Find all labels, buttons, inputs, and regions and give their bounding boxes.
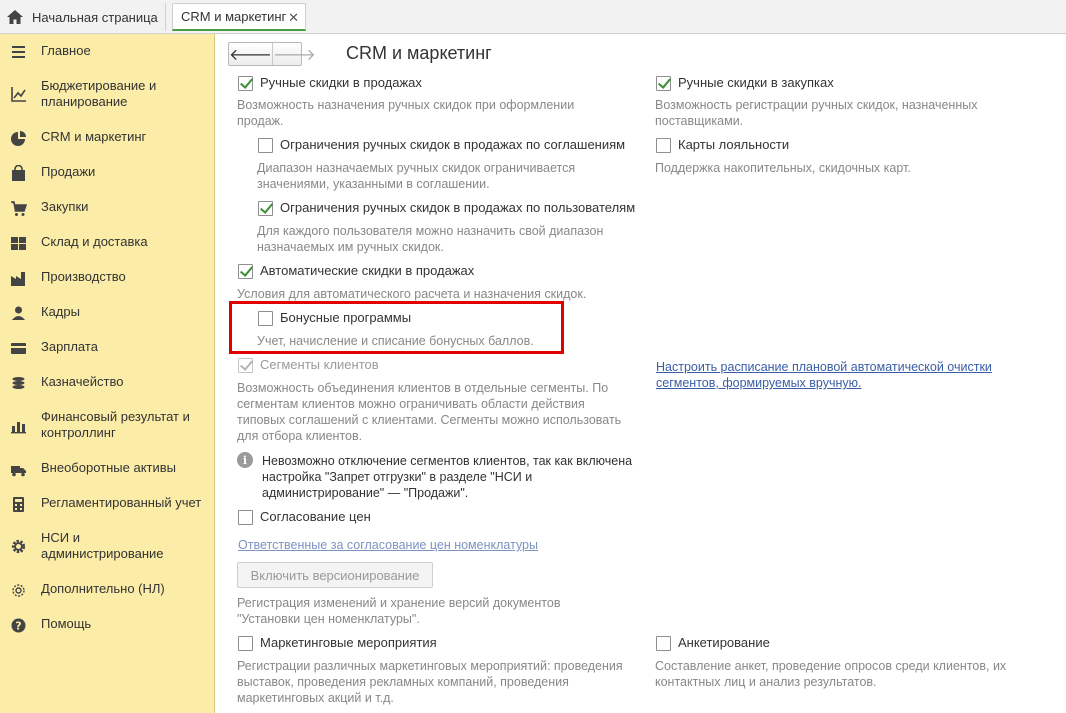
segments-info-message: Невозможно отключение сегментов клиентов…	[262, 454, 633, 500]
help-icon: ?	[11, 618, 26, 633]
tab-home[interactable]: Начальная страница	[0, 3, 166, 31]
coins-icon	[12, 377, 25, 389]
sidebar-item-label: Производство	[41, 269, 126, 284]
sidebar-item-label: Кадры	[41, 304, 80, 319]
checkbox-limit-by-user[interactable]	[258, 201, 273, 216]
option-description: Учет, начисление и списание бонусных бал…	[257, 334, 534, 348]
sidebar-item-label: Бюджетирование и планирование	[41, 78, 157, 109]
tab-crm-marketing[interactable]: CRM и маркетинг ✕	[172, 3, 306, 31]
checkbox-limit-by-agreement[interactable]	[258, 138, 273, 153]
tab-crm-label: CRM и маркетинг	[181, 9, 287, 24]
sidebar-item-label: Внеоборотные активы	[41, 460, 177, 475]
price-approval-link[interactable]: Ответственные за согласование цен номенк…	[238, 537, 538, 553]
option-label: Сегменты клиентов	[260, 357, 379, 372]
pie-chart-icon	[11, 131, 26, 146]
enable-versioning-button[interactable]: Включить версионирование	[237, 562, 433, 588]
back-button[interactable]: 🡐	[229, 43, 272, 65]
sidebar-item-label: Казначейство	[41, 374, 124, 389]
option-description: Поддержка накопительных, скидочных карт.	[655, 161, 911, 175]
main-content: 🡐 🡒 CRM и маркетинг Ручные скидки в прод…	[216, 34, 1066, 713]
sidebar: Главное Бюджетирование и планирование CR…	[0, 34, 215, 713]
sidebar-item-label: НСИ и администрирование	[41, 530, 164, 561]
sidebar-item-label: Помощь	[41, 616, 92, 631]
option-label: Бонусные программы	[280, 310, 412, 325]
checkbox-marketing-events[interactable]	[238, 636, 253, 651]
gear-icon	[11, 539, 26, 554]
option-label: Ограничения ручных скидок в продажах по …	[280, 200, 636, 215]
checkbox-client-segments[interactable]	[238, 358, 253, 373]
sidebar-item-label: Зарплата	[41, 339, 98, 354]
sidebar-item-label: CRM и маркетинг	[41, 129, 147, 144]
option-label: Ручные скидки в продажах	[260, 75, 422, 90]
forward-button[interactable]: 🡒	[271, 43, 316, 65]
shopping-bag-icon	[12, 165, 25, 181]
truck-icon	[11, 466, 26, 477]
option-description: Диапазон назначаемых ручных скидок огран…	[257, 161, 576, 191]
cart-icon	[11, 201, 27, 216]
sidebar-item-label: Финансовый результат и контроллинг	[41, 409, 190, 440]
option-label: Автоматические скидки в продажах	[260, 263, 475, 278]
bar-chart-icon	[11, 422, 26, 434]
checkbox-auto-discounts[interactable]	[238, 264, 253, 279]
checkbox-loyalty-cards[interactable]	[656, 138, 671, 153]
sidebar-item-label: Дополнительно (НЛ)	[41, 581, 165, 596]
factory-icon	[11, 272, 25, 286]
settings-outline-icon	[12, 584, 25, 597]
option-description: Регистрации различных маркетинговых меро…	[237, 659, 623, 705]
option-label: Ручные скидки в закупках	[678, 75, 834, 90]
warehouse-icon	[11, 237, 26, 250]
info-icon: i	[237, 452, 253, 468]
option-label: Маркетинговые мероприятия	[260, 635, 437, 650]
tab-bar: Начальная страница CRM и маркетинг ✕	[0, 0, 1066, 34]
page-title: CRM и маркетинг	[346, 43, 492, 63]
checkbox-manual-purchases[interactable]	[656, 76, 671, 91]
history-nav: 🡐 🡒	[228, 42, 316, 66]
close-icon[interactable]: ✕	[288, 10, 299, 26]
option-description: Для каждого пользователя можно назначить…	[257, 224, 604, 254]
sidebar-item-label: Склад и доставка	[41, 234, 148, 249]
svg-text:?: ?	[15, 620, 21, 633]
option-label: Карты лояльности	[678, 137, 790, 152]
sidebar-item-label: Главное	[41, 43, 91, 58]
sidebar-item-label: Продажи	[41, 164, 96, 179]
option-label: Ограничения ручных скидок в продажах по …	[280, 137, 626, 152]
option-description: Составление анкет, проведение опросов ср…	[655, 659, 1007, 689]
budget-icon	[11, 87, 26, 102]
calculator-icon	[13, 497, 24, 512]
option-description: Возможность регистрации ручных скидок, н…	[655, 98, 978, 128]
checkbox-questionnaire[interactable]	[656, 636, 671, 651]
tab-home-label: Начальная страница	[32, 9, 158, 25]
checkbox-price-approval[interactable]	[238, 510, 253, 525]
home-icon	[7, 10, 23, 24]
checkbox-manual-sales[interactable]	[238, 76, 253, 91]
segments-schedule-link[interactable]: Настроить расписание плановой автоматиче…	[656, 359, 1026, 391]
option-description: Возможность назначения ручных скидок при…	[237, 98, 575, 128]
option-label: Анкетирование	[678, 635, 770, 650]
option-label: Согласование цен	[260, 509, 371, 524]
menu-icon	[12, 46, 25, 58]
versioning-description: Регистрация изменений и хранение версий …	[237, 596, 561, 626]
sidebar-item-label: Регламентированный учет	[41, 495, 202, 510]
card-icon	[11, 343, 26, 354]
person-icon	[12, 306, 25, 320]
option-description: Условия для автоматического расчета и на…	[237, 287, 587, 301]
checkbox-bonus-programs[interactable]	[258, 311, 273, 326]
option-description: Возможность объединения клиентов в отдел…	[237, 381, 622, 443]
sidebar-item-label: Закупки	[41, 199, 89, 214]
